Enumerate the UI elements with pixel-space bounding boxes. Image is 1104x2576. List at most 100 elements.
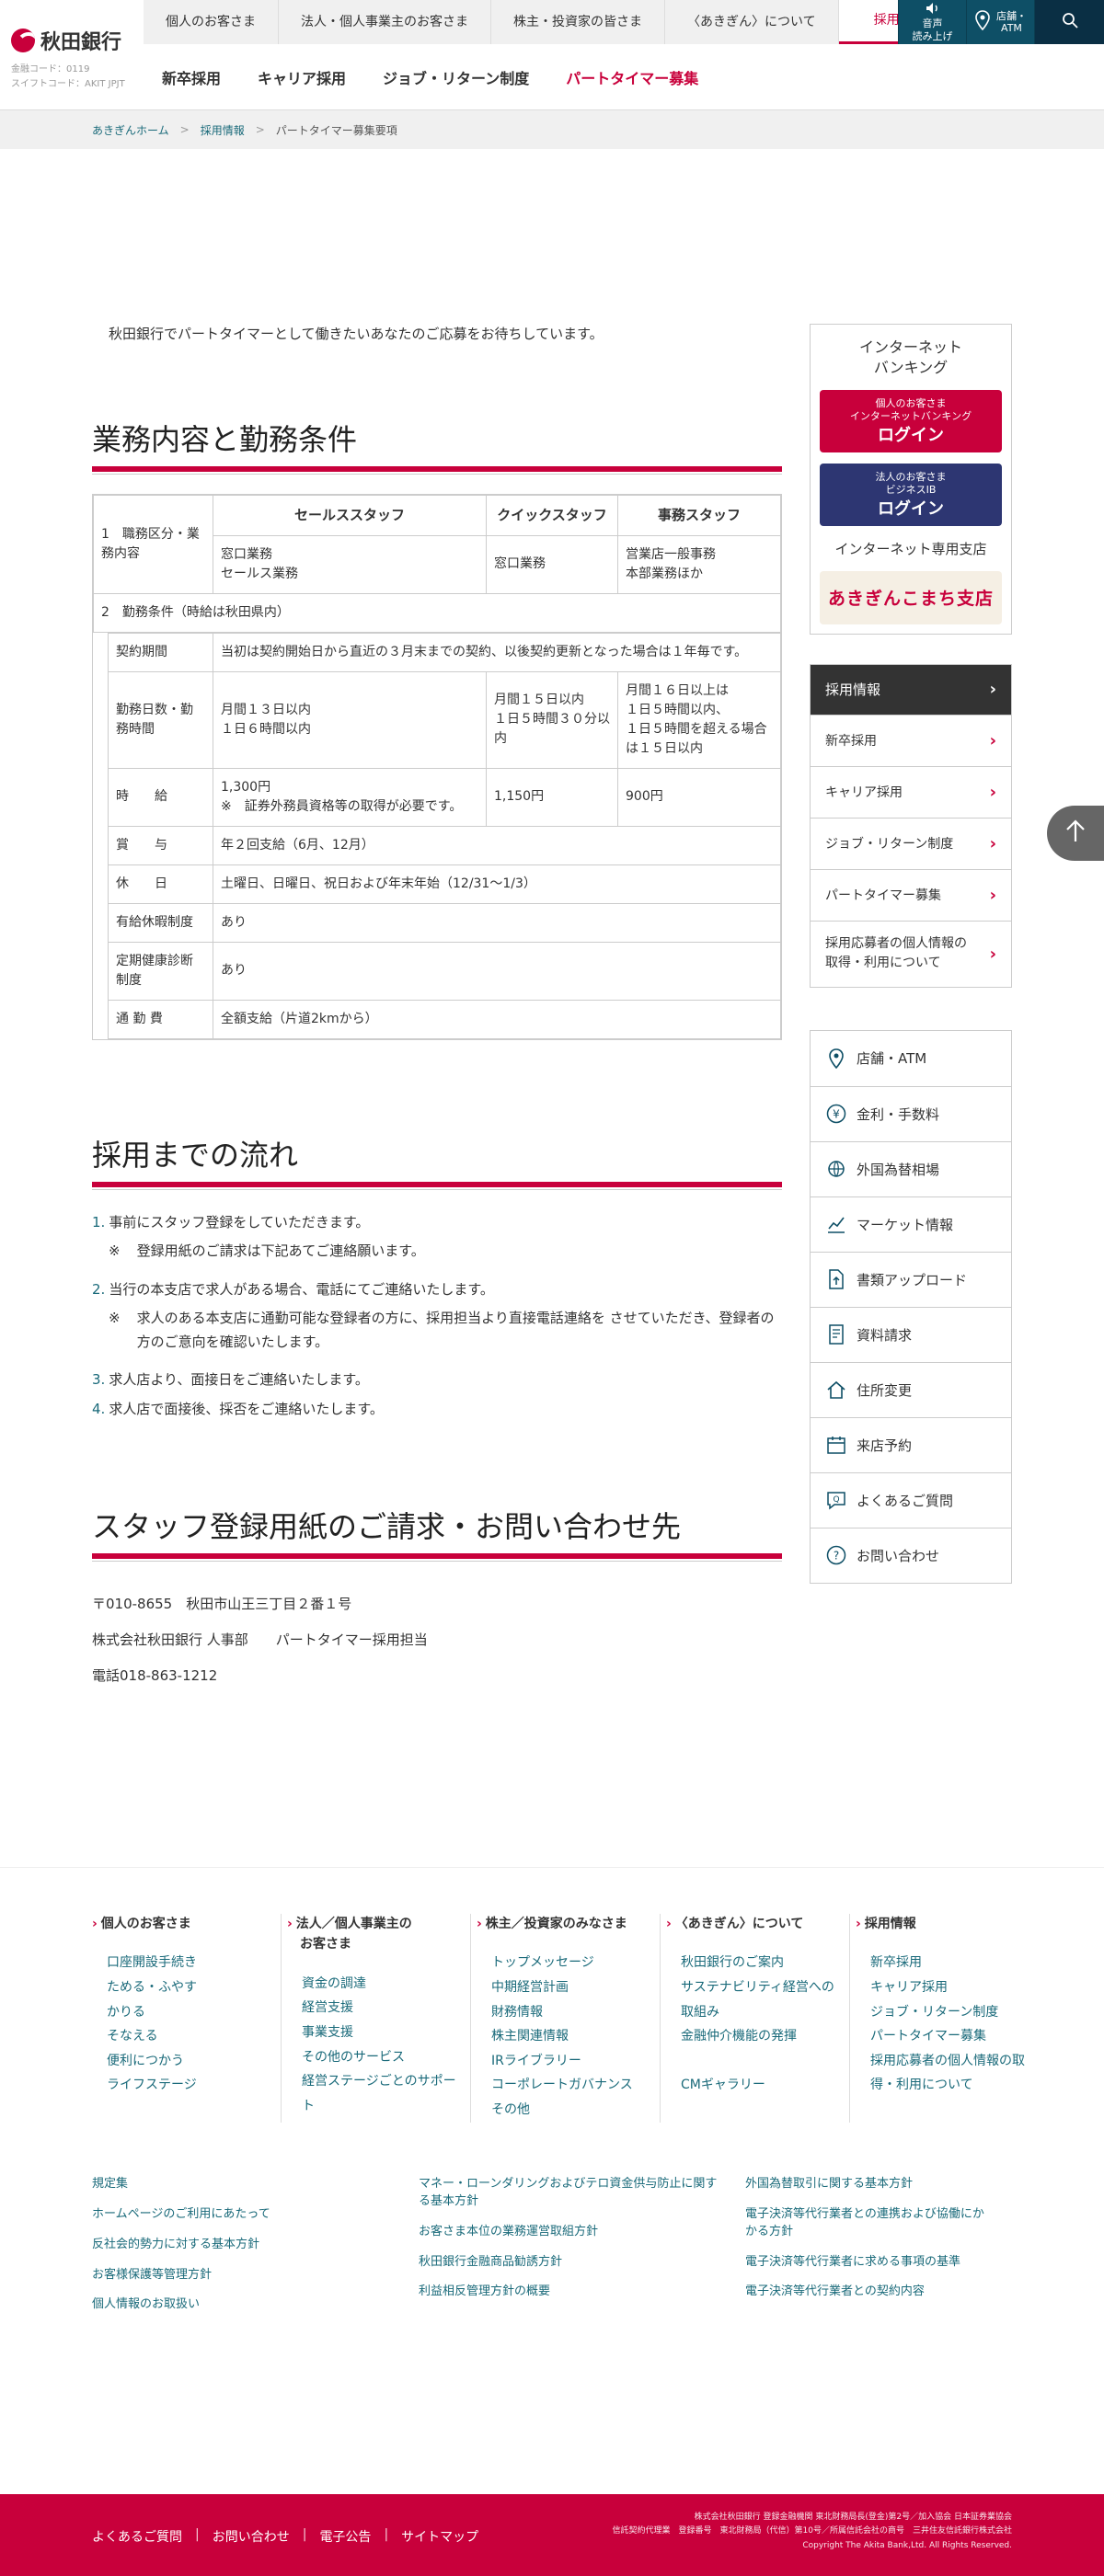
footer-link[interactable]: 事業支援 — [302, 2025, 353, 2040]
store-atm-button[interactable]: 店舗・ ATM — [966, 0, 1034, 44]
footer-link[interactable]: そなえる — [107, 2029, 158, 2044]
footer-link[interactable]: 経営ステージごとのサポート — [302, 2074, 456, 2113]
voice-readout-button[interactable]: 音声 読み上げ — [898, 0, 966, 44]
chevron-right-icon: > — [255, 123, 265, 136]
link-contact[interactable]: ? お問い合わせ — [811, 1527, 1011, 1583]
policy-link[interactable]: 反社会的勢力に対する基本方針 — [92, 2237, 419, 2254]
col-header-quick: クイックスタッフ — [486, 495, 618, 536]
header-utility-buttons: 音声 読み上げ 店舗・ ATM — [898, 0, 1104, 44]
footer-contact-link[interactable]: お問い合わせ — [213, 2527, 290, 2546]
chevron-right-icon: › — [92, 1917, 98, 1931]
holiday-value: 土曜日、日曜日、祝日および年末年始（12/31〜1/3） — [213, 864, 781, 904]
komachi-branch-banner[interactable]: あきぎんこまち支店 — [820, 570, 1002, 624]
policy-link[interactable]: 秋田銀行金融商品勧誘方針 — [419, 2254, 745, 2272]
bank-logo[interactable]: 秋田銀行 — [11, 26, 132, 55]
policy-link[interactable]: 電子決済等代行業者に求める事項の基準 — [745, 2254, 1012, 2272]
bonus-value: 年２回支給（6月、12月） — [213, 825, 781, 865]
page-top-button[interactable] — [1047, 806, 1104, 861]
policy-link[interactable]: 外国為替取引に関する基本方針 — [745, 2176, 1012, 2193]
logo-area: 秋田銀行 金融コード：0119 スイフトコード：AKIT JPJT — [0, 0, 144, 110]
menu-button[interactable] — [1034, 0, 1104, 44]
legal-notice: 株式会社秋田銀行 登録金融機関 東北財務局長(登金)第2号／加入協会 日本証券業… — [613, 2511, 1012, 2553]
link-store-atm[interactable]: 店舗・ATM — [811, 1031, 1011, 1086]
business-ib-login-button[interactable]: 法人のお客さま ビジネスIB ログイン — [820, 463, 1002, 526]
footer-link[interactable]: 金融仲介機能の発揮 — [681, 2029, 797, 2044]
subnav-job-return[interactable]: ジョブ・リターン制度 — [364, 66, 547, 88]
footer-link[interactable]: トップメッセージ — [491, 1955, 594, 1970]
footer-link[interactable]: 口座開設手続き — [107, 1955, 197, 1970]
footer-link[interactable]: かりる — [107, 2005, 145, 2020]
policy-link[interactable]: 規定集 — [92, 2176, 419, 2193]
subnav-new-graduate[interactable]: 新卒採用 — [144, 66, 239, 88]
footer-link[interactable]: 便利につかう — [107, 2054, 184, 2068]
paid-leave-label: 有給休暇制度 — [108, 902, 213, 943]
days-quick: 月間１５日以内 １日５時間３０分以内 — [486, 670, 618, 769]
footer-link[interactable]: 秋田銀行のご案内 — [681, 1955, 784, 1970]
side-menu-privacy[interactable]: 採用応募者の個人情報の 取得・利用について › — [811, 920, 1011, 987]
footer-link[interactable]: 資金の調達 — [302, 1976, 366, 1991]
footer-public-notice-link[interactable]: 電子公告 — [319, 2527, 371, 2546]
link-visit-reservation[interactable]: 来店予約 — [811, 1416, 1011, 1472]
footer-link[interactable]: IRライブラリー — [491, 2054, 581, 2068]
footer-link[interactable]: コーポレートガバナンス — [491, 2078, 633, 2092]
link-fx-rates[interactable]: 外国為替相場 — [811, 1140, 1011, 1196]
footer-link[interactable]: 採用応募者の個人情報の取得・利用について — [870, 2054, 1025, 2093]
footer-sitemap-link[interactable]: サイトマップ — [401, 2527, 478, 2546]
side-menu-part-timer[interactable]: パートタイマー募集 › — [811, 868, 1011, 921]
side-menu-head[interactable]: 採用情報 › — [811, 664, 1011, 715]
footer-link[interactable]: パートタイマー募集 — [870, 2029, 986, 2044]
footer-link[interactable]: ライフステージ — [107, 2078, 197, 2092]
link-document-upload[interactable]: 書類アップロード — [811, 1251, 1011, 1307]
nav-investors[interactable]: 株主・投資家の皆さま — [491, 0, 665, 44]
wage-quick: 1,150円 — [486, 767, 618, 827]
footer-link[interactable]: 財務情報 — [491, 2005, 543, 2020]
footer-link[interactable]: ジョブ・リターン制度 — [870, 2005, 998, 2020]
link-market-info[interactable]: マーケット情報 — [811, 1196, 1011, 1252]
subnav-career[interactable]: キャリア採用 — [239, 66, 364, 88]
link-address-change[interactable]: 住所変更 — [811, 1361, 1011, 1417]
nav-personal[interactable]: 個人のお客さま — [144, 0, 279, 44]
footer-link[interactable]: 株主関連情報 — [491, 2029, 569, 2044]
breadcrumb-home[interactable]: あきぎんホーム — [92, 122, 169, 138]
side-menu-job-return[interactable]: ジョブ・リターン制度 › — [811, 817, 1011, 869]
nav-corporate[interactable]: 法人・個人事業主のお客さま — [279, 0, 491, 44]
svg-text:Q: Q — [833, 1495, 839, 1505]
footer-link[interactable]: CMギャラリー — [681, 2078, 765, 2092]
subnav-part-timer[interactable]: パートタイマー募集 — [547, 66, 717, 88]
policy-link[interactable]: ホームページのご利用にあたって — [92, 2206, 419, 2224]
policy-link[interactable]: お客様保護等管理方針 — [92, 2267, 419, 2284]
footer-link[interactable]: 経営支援 — [302, 2000, 353, 2015]
footer-policy-links: 規定集 ホームページのご利用にあたって 反社会的勢力に対する基本方針 お客様保護… — [92, 2176, 1012, 2327]
breadcrumb-recruit[interactable]: 採用情報 — [201, 122, 245, 138]
personal-ib-login-button[interactable]: 個人のお客さま インターネットバンキング ログイン — [820, 389, 1002, 452]
footer-faq-link[interactable]: よくあるご質問 — [92, 2527, 182, 2546]
chevron-right-icon: › — [989, 680, 996, 700]
policy-link[interactable]: 電子決済等代行業者との契約内容 — [745, 2284, 1012, 2301]
footer-col-recruit: › 採用情報 新卒採用 キャリア採用 ジョブ・リターン制度 パートタイマー募集 採… — [856, 1917, 1025, 2093]
side-menu-career[interactable]: キャリア採用 › — [811, 765, 1011, 818]
footer-link[interactable]: サステナビリティ経営への取組み — [681, 1980, 834, 2020]
document-upload-icon — [825, 1268, 847, 1290]
link-faq[interactable]: Q よくあるご質問 — [811, 1471, 1011, 1528]
days-label: 勤務日数・勤務時間 — [108, 670, 213, 769]
policy-link[interactable]: 電子決済等代行業者との連携および協働にかかる方針 — [745, 2206, 1012, 2241]
footer-link[interactable]: その他 — [491, 2102, 530, 2117]
policy-link[interactable]: お客さま本位の業務運営取組方針 — [419, 2224, 745, 2241]
recruit-sub-nav: 新卒採用 キャリア採用 ジョブ・リターン制度 パートタイマー募集 — [144, 44, 717, 110]
wage-label: 時 給 — [108, 767, 213, 827]
footer-link[interactable]: 新卒採用 — [870, 1955, 922, 1970]
search-icon — [1062, 12, 1078, 31]
link-brochure-request[interactable]: 資料請求 — [811, 1306, 1011, 1362]
policy-link[interactable]: 利益相反管理方針の概要 — [419, 2284, 745, 2301]
flow-note: ※ 登録用紙のご請求は下記あてご連絡願います。 — [109, 1242, 425, 1259]
footer-link[interactable]: キャリア採用 — [870, 1980, 948, 1995]
policy-link[interactable]: マネー・ローンダリングおよびテロ資金供与防止に関する基本方針 — [419, 2176, 745, 2211]
footer-link[interactable]: その他のサービス — [302, 2050, 405, 2065]
footer-link[interactable]: ためる・ふやす — [107, 1980, 197, 1995]
footer-link[interactable]: 中期経営計画 — [491, 1980, 569, 1995]
nav-about[interactable]: 〈あきぎん〉について — [665, 0, 839, 44]
policy-link[interactable]: 個人情報のお取扱い — [92, 2296, 419, 2314]
contact-tel: 電話018-863-1212 — [92, 1667, 218, 1684]
link-rates-fees[interactable]: ¥ 金利・手数料 — [811, 1085, 1011, 1141]
side-menu-new-graduate[interactable]: 新卒採用 › — [811, 714, 1011, 766]
